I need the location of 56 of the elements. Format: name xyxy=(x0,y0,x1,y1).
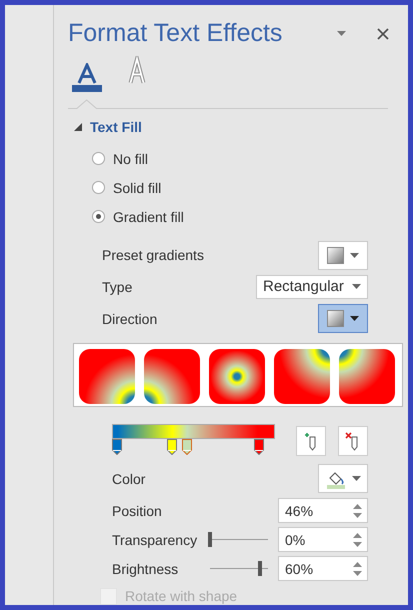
slider-thumb[interactable] xyxy=(208,532,212,548)
radio-button[interactable] xyxy=(92,181,105,194)
close-icon xyxy=(377,28,389,40)
radio-button[interactable] xyxy=(92,152,105,165)
brightness-spinner[interactable]: 60% xyxy=(278,556,368,581)
caret-icon xyxy=(336,31,346,36)
panel-title: Format Text Effects xyxy=(68,19,284,48)
caret-icon xyxy=(352,284,361,290)
gradient-icon xyxy=(327,246,344,264)
direction-option[interactable] xyxy=(339,349,395,404)
tab-underline xyxy=(72,85,102,92)
transparency-slider[interactable] xyxy=(208,532,270,548)
caret-icon xyxy=(350,316,359,322)
radio-button[interactable] xyxy=(92,210,105,223)
slider-thumb[interactable] xyxy=(258,561,262,576)
field-label: Type xyxy=(102,278,132,295)
position-input[interactable]: 46% xyxy=(285,502,353,519)
transparency-spinner[interactable]: 0% xyxy=(278,527,368,552)
radio-label: No fill xyxy=(113,150,148,166)
gradient-stop[interactable] xyxy=(182,439,192,456)
gradient-icon xyxy=(327,310,344,328)
radio-label: Gradient fill xyxy=(113,208,184,224)
color-button[interactable] xyxy=(318,464,368,494)
field-label: Position xyxy=(112,502,162,519)
add-stop-button[interactable] xyxy=(296,426,326,456)
gradient-stop[interactable] xyxy=(254,439,264,456)
brightness-slider[interactable] xyxy=(208,561,270,576)
type-dropdown[interactable]: Rectangular xyxy=(256,274,368,299)
gradient-stop[interactable] xyxy=(167,439,178,456)
direction-button[interactable] xyxy=(318,304,368,334)
section-header[interactable]: Text Fill xyxy=(68,116,394,136)
field-label: Transparency xyxy=(112,532,198,548)
field-label: Brightness xyxy=(112,560,178,576)
gradient-stop[interactable] xyxy=(112,439,122,456)
remove-stop-button[interactable] xyxy=(338,426,368,456)
position-spinner[interactable]: 46% xyxy=(278,498,368,524)
field-label: Direction xyxy=(102,310,158,327)
caret-icon xyxy=(350,252,359,258)
transparency-input[interactable]: 0% xyxy=(285,532,353,548)
direction-option[interactable] xyxy=(209,349,265,404)
preset-gradients-button[interactable] xyxy=(318,240,368,270)
spin-arrows-icon[interactable] xyxy=(353,502,362,519)
direction-option[interactable] xyxy=(144,349,200,404)
brightness-input[interactable]: 60% xyxy=(285,560,353,576)
text-outline-icon xyxy=(126,56,148,86)
checkbox-label: Rotate with shape xyxy=(125,588,238,604)
caret-icon xyxy=(352,476,360,482)
collapse-icon xyxy=(74,122,82,131)
spin-arrows-icon[interactable] xyxy=(353,560,362,576)
field-label: Preset gradients xyxy=(102,247,204,263)
radio-label: Solid fill xyxy=(113,180,162,196)
direction-option[interactable] xyxy=(79,349,135,404)
field-label: Color xyxy=(112,470,146,487)
direction-option[interactable] xyxy=(274,349,330,404)
gradient-bar[interactable] xyxy=(112,424,275,440)
spin-arrows-icon[interactable] xyxy=(353,532,362,548)
